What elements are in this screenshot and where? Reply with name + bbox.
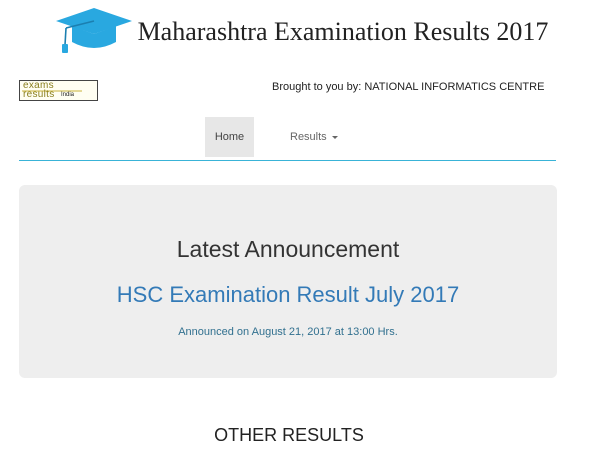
other-results-heading: OTHER RESULTS [214,425,364,445]
graduation-cap-icon [55,8,132,53]
announcement-heading: Latest Announcement [176,236,400,262]
announcement-panel: Latest Announcement HSC Examination Resu… [19,185,557,378]
nav-item-results[interactable]: Results [290,117,338,157]
site-banner: Maharashtra Examination Results 2017 [0,0,600,60]
main-nav: Home Results [19,117,556,161]
announcement-result-link[interactable]: HSC Examination Result July 2017 [19,282,557,308]
logo-line-3: India [61,92,75,98]
site-title: Maharashtra Examination Results 2017 [137,17,549,46]
logo-line-2: results [23,89,55,100]
nav-item-home-label: Home [214,131,245,143]
nav-item-results-label: Results [290,131,327,143]
announcement-date: Announced on August 21, 2017 at 13:00 Hr… [178,326,398,338]
exams-results-india-logo[interactable]: exams results India [19,80,98,101]
caret-down-icon [331,136,338,139]
nav-item-home[interactable]: Home [205,117,254,157]
credit-text: Brought to you by: NATIONAL INFORMATICS … [272,81,545,93]
